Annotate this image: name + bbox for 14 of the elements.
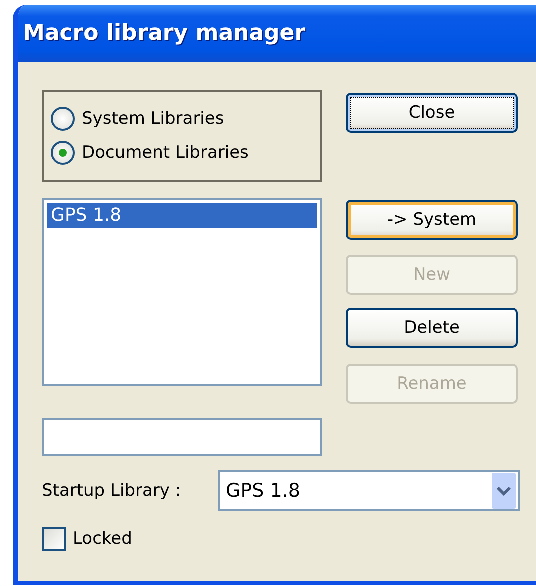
startup-label: Startup Library : bbox=[42, 480, 182, 500]
checkbox-label[interactable]: Locked bbox=[73, 529, 132, 549]
startup-dropdown[interactable]: GPS 1.8 bbox=[218, 470, 520, 511]
dialog-button[interactable]: -> System bbox=[346, 200, 518, 240]
radio-button[interactable] bbox=[51, 107, 75, 131]
radio-button[interactable] bbox=[51, 141, 75, 165]
radio-label[interactable]: System Libraries bbox=[82, 109, 224, 129]
name-input-field[interactable] bbox=[42, 418, 322, 456]
radio-label[interactable]: Document Libraries bbox=[82, 143, 249, 163]
dialog-button[interactable]: Close bbox=[346, 93, 518, 133]
dialog-button[interactable]: Delete bbox=[346, 308, 518, 348]
list-item[interactable]: GPS 1.8 bbox=[47, 203, 317, 228]
window-title: Macro library manager bbox=[23, 21, 306, 46]
locked-checkbox[interactable] bbox=[42, 527, 66, 551]
